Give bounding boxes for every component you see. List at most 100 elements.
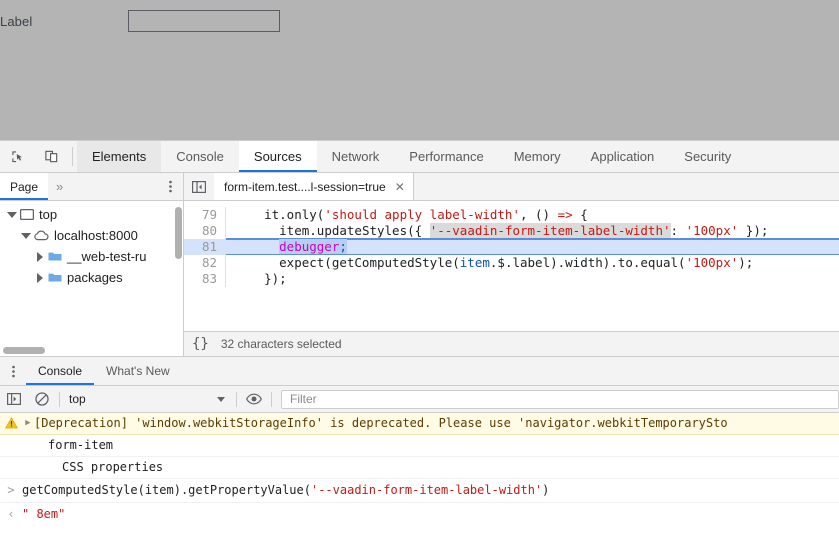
console-message-text: [Deprecation] 'window.webkitStorageInfo'…: [34, 416, 728, 430]
tree-item-label: packages: [67, 270, 123, 285]
console-context-selector[interactable]: top: [63, 392, 233, 406]
code-token: ;: [339, 239, 347, 254]
drawer-tab-console[interactable]: Console: [26, 357, 95, 385]
code-token: .updateStyles({: [309, 223, 430, 238]
toolbar-divider: [236, 391, 237, 407]
code-token: , (): [519, 207, 558, 222]
console-filter-box[interactable]: [281, 389, 839, 409]
line-content: it.only('should apply label-width', () =…: [226, 207, 588, 223]
code-token: });: [738, 223, 769, 238]
screen-root: Label Elements Console Sources Network P…: [0, 0, 839, 549]
console-result[interactable]: ‹ " 8em": [0, 503, 839, 525]
sources-panel: Page » top localhost:8000 __web-test-ru …: [0, 173, 839, 356]
code-line[interactable]: 82 expect(getComputedStyle(item.$.label)…: [184, 255, 839, 271]
tab-memory[interactable]: Memory: [499, 141, 576, 172]
line-number: 81: [184, 239, 226, 255]
sources-navigator: Page » top localhost:8000 __web-test-ru …: [0, 173, 184, 356]
folder-icon: [48, 251, 62, 262]
navigator-more-tabs-icon[interactable]: »: [48, 173, 71, 200]
pretty-print-icon[interactable]: {}: [192, 336, 209, 352]
frame-icon: [20, 209, 34, 220]
line-number: 82: [184, 255, 226, 271]
console-message-group[interactable]: CSS properties: [0, 457, 839, 479]
chevron-right-icon[interactable]: [34, 272, 46, 284]
tree-item-top[interactable]: top: [0, 204, 183, 225]
code-line[interactable]: 79 it.only('should apply label-width', (…: [184, 207, 839, 223]
clear-console-icon[interactable]: [28, 392, 56, 406]
tab-elements[interactable]: Elements: [77, 141, 162, 172]
warning-triangle-icon: [0, 416, 22, 429]
code-area[interactable]: 78 79 it.only('should apply label-width'…: [184, 201, 839, 331]
console-message-group[interactable]: form-item: [0, 435, 839, 457]
chevron-down-icon[interactable]: [217, 396, 225, 402]
drawer-tabbar: Console What's New: [0, 357, 839, 386]
code-token: =>: [557, 207, 573, 222]
tab-performance[interactable]: Performance: [394, 141, 498, 172]
form-label: Label: [0, 13, 33, 29]
code-token: expect(getComputedStyle(: [234, 255, 460, 270]
chevron-right-icon[interactable]: [34, 251, 46, 263]
code-token: :: [670, 223, 686, 238]
live-expression-icon[interactable]: [240, 393, 268, 405]
code-token-selected: '--vaadin-form-item-label-width': [429, 223, 671, 238]
code-token: getComputedStyle(item).getPropertyValue(: [22, 483, 311, 497]
navigator-vertical-scrollbar[interactable]: [175, 207, 182, 259]
tree-item-web-test-runner[interactable]: __web-test-ru: [0, 246, 183, 267]
line-number: 80: [184, 223, 226, 239]
console-toolbar: top: [0, 386, 839, 413]
drawer-more-options-icon[interactable]: [0, 357, 26, 385]
file-tree: top localhost:8000 __web-test-ru package…: [0, 201, 183, 356]
editor-status-bar: {} 32 characters selected: [184, 331, 839, 356]
source-editor: form-item.test....l-session=true ✕ 78 79…: [184, 173, 839, 356]
tree-item-localhost[interactable]: localhost:8000: [0, 225, 183, 246]
line-content: debugger;: [226, 239, 347, 255]
tree-item-packages[interactable]: packages: [0, 267, 183, 288]
tab-console[interactable]: Console: [161, 141, 239, 172]
show-navigator-icon[interactable]: [184, 180, 214, 193]
code-token: {: [572, 207, 588, 222]
code-token: '100px': [685, 255, 739, 270]
code-token-debugger: debugger: [279, 239, 340, 254]
chevron-down-icon[interactable]: [6, 209, 18, 221]
console-sidebar-icon[interactable]: [0, 393, 28, 405]
navigator-tab-page[interactable]: Page: [0, 173, 49, 200]
code-line-highlighted[interactable]: 81 debugger;: [184, 239, 839, 255]
inspect-element-icon[interactable]: [0, 141, 34, 172]
code-token: ": [58, 507, 66, 521]
code-line[interactable]: 80 item.updateStyles({ '--vaadin-form-it…: [184, 223, 839, 239]
toolbar-divider: [271, 391, 272, 407]
console-filter-input[interactable]: [288, 391, 838, 407]
tab-application[interactable]: Application: [576, 141, 670, 172]
code-token: ): [542, 483, 550, 497]
code-line[interactable]: 83 });: [184, 271, 839, 287]
console-message-warning[interactable]: ▶ [Deprecation] 'window.webkitStorageInf…: [0, 413, 839, 435]
editor-status-text: 32 characters selected: [220, 337, 342, 351]
drawer-tab-whats-new[interactable]: What's New: [94, 357, 182, 385]
more-options-icon[interactable]: [157, 173, 183, 200]
result-arrow-icon: ‹: [7, 507, 15, 521]
console-output: ▶ [Deprecation] 'window.webkitStorageInf…: [0, 413, 839, 525]
code-token: 8em: [29, 507, 59, 521]
form-text-input[interactable]: [128, 10, 280, 32]
expand-arrow-icon[interactable]: ▶: [22, 416, 34, 428]
cloud-icon: [34, 230, 49, 241]
tab-network[interactable]: Network: [317, 141, 395, 172]
line-number: 83: [184, 271, 226, 287]
editor-file-tab[interactable]: form-item.test....l-session=true ✕: [214, 173, 414, 200]
tab-sources[interactable]: Sources: [238, 141, 317, 172]
tab-security[interactable]: Security: [669, 141, 746, 172]
code-token: );: [738, 255, 754, 270]
prompt-arrow-icon: >: [7, 483, 15, 497]
chevron-down-icon[interactable]: [20, 230, 32, 242]
navigator-horizontal-scrollbar[interactable]: [3, 347, 45, 354]
console-expression: getComputedStyle(item).getPropertyValue(…: [22, 483, 549, 498]
editor-tabbar: form-item.test....l-session=true ✕: [184, 173, 839, 201]
console-input-echo[interactable]: > getComputedStyle(item).getPropertyValu…: [0, 479, 839, 503]
close-icon[interactable]: ✕: [395, 180, 405, 194]
toolbar-divider: [72, 147, 73, 166]
device-toolbar-icon[interactable]: [34, 141, 68, 172]
line-number: 79: [184, 207, 226, 223]
navigator-tabbar: Page »: [0, 173, 183, 201]
toolbar-divider: [59, 391, 60, 407]
